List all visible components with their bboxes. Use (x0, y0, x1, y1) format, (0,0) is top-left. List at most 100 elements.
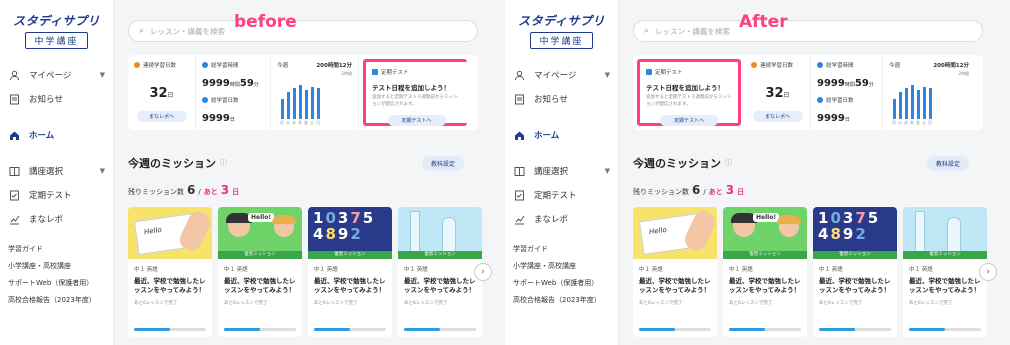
mission-thumbnail: 復習ミッション (903, 207, 987, 259)
mission-progress (819, 328, 891, 331)
week-bar (923, 87, 926, 119)
mission-title: 今週のミッション ⓘ (128, 157, 227, 170)
logo-text: スタディサプリ (518, 14, 605, 28)
nav-item-mypage[interactable]: マイページ ▼ (0, 63, 113, 87)
report-icon (8, 213, 20, 225)
mission-remaining-text: あと6レッスンで完了 (224, 301, 268, 307)
nav-item-course[interactable]: 講座選択 ▼ (0, 159, 113, 183)
mission-progress (224, 328, 296, 331)
nav-item-test[interactable]: 定期テスト (505, 183, 618, 207)
week-bar (899, 92, 902, 119)
link-other-courses[interactable]: 小学講座・高校講座 (8, 258, 113, 275)
mission-thumbnail: 10375 4892 復習ミッション (813, 207, 897, 259)
stat-label: 総学習時間 (211, 63, 239, 69)
mission-card[interactable]: Hello 中１ 英語 最近、学校で勉強したレッスンをやってみよう！ あと6レッスンで… (633, 207, 717, 337)
chevron-down-icon: ▼ (604, 167, 610, 175)
mission-subject: 中１ 英語 (404, 267, 428, 273)
stat-value: 9999 (202, 113, 230, 124)
logo[interactable]: スタディサプリ 中学講座 (505, 12, 618, 49)
review-mission-ribbon: 復習ミッション (903, 251, 987, 259)
nav-item-report[interactable]: まなレポ (0, 207, 113, 231)
mission-card[interactable]: 復習ミッション 中１ 英語 最近、学校で勉強したレッスンをやってみよう！ あと6レッス… (903, 207, 987, 337)
user-icon (8, 69, 20, 81)
search-input[interactable]: ⌕ レッスン・講義を検索 (633, 20, 983, 42)
mission-progress-fill (729, 328, 765, 331)
stat-label: 総学習日数 (211, 98, 239, 104)
week-day-label: 日 (928, 120, 932, 125)
mission-title-text: 最近、学校で勉強したレッスンをやってみよう！ (819, 277, 891, 295)
logo[interactable]: スタディサプリ 中学講座 (0, 12, 113, 49)
mission-title-text: 最近、学校で勉強したレッスンをやってみよう！ (404, 277, 476, 295)
link-support[interactable]: サポートWeb（保護者用） (513, 275, 618, 292)
nav-label: まなレポ (29, 215, 64, 225)
review-mission-ribbon: 復習ミッション (218, 251, 302, 259)
mission-progress-fill (404, 328, 440, 331)
mission-progress (404, 328, 476, 331)
mission-subject: 中１ 英語 (639, 267, 663, 273)
link-support[interactable]: サポートWeb（保護者用） (8, 275, 113, 292)
search-icon: ⌕ (139, 26, 145, 36)
week-day-label: 土 (922, 120, 926, 125)
review-mission-ribbon: 復習ミッション (723, 251, 807, 259)
week-day-label: 火 (286, 120, 290, 125)
stat-total: 総学習時間 9999時間59分 総学習日数 9999日 (811, 55, 883, 130)
nav-item-notice[interactable]: お知らせ (505, 87, 618, 111)
subject-settings-button[interactable]: 教科設定 (927, 156, 969, 171)
test-button[interactable]: 定期テストへ (660, 114, 718, 126)
link-guide[interactable]: 学習ガイド (513, 241, 618, 258)
link-report[interactable]: 高校合格報告（2023年度） (513, 292, 618, 309)
nav-label: 講座選択 (29, 167, 64, 177)
mission-card[interactable]: 10375 4892 復習ミッション 中１ 英語 最近、学校で勉強したレッスンをやってみ… (813, 207, 897, 337)
week-bar (287, 92, 290, 119)
nav-item-notice[interactable]: お知らせ (0, 87, 113, 111)
stat-test-highlight: 定期テスト テスト日程を追加しよう！ 追加すると定期テスト３週間前からミッション… (363, 59, 467, 126)
nav-label: マイページ (534, 71, 577, 81)
search-input[interactable]: ⌕ レッスン・講義を検索 (128, 20, 478, 42)
stat-value: 32 (149, 86, 168, 101)
logo-text: スタディサプリ (13, 14, 100, 28)
next-arrow-button[interactable]: › (979, 263, 997, 281)
calendar-icon (202, 97, 208, 103)
nav-item-course[interactable]: 講座選択 ▼ (505, 159, 618, 183)
mission-progress-fill (224, 328, 260, 331)
stats-card: 定期テスト テスト日程を追加しよう！ 追加すると定期テスト３週間前からミッション… (633, 55, 983, 130)
mission-card[interactable]: Hello 中１ 英語 最近、学校で勉強したレッスンをやってみよう！ あと6レッスンで… (128, 207, 212, 337)
logo-sub: 中学講座 (25, 32, 88, 49)
test-button[interactable]: 定期テストへ (387, 114, 446, 126)
nav-label: ホーム (534, 131, 560, 141)
info-icon[interactable]: ⓘ (220, 158, 227, 168)
mission-card[interactable]: Hello! 復習ミッション 中１ 英語 最近、学校で勉強したレッスンをやってみよう！… (218, 207, 302, 337)
nav-item-home[interactable]: ホーム (505, 123, 618, 147)
user-icon (513, 69, 525, 81)
nav-item-home[interactable]: ホーム (0, 123, 113, 147)
mission-card[interactable]: 復習ミッション 中１ 英語 最近、学校で勉強したレッスンをやってみよう！ あと6レッス… (398, 207, 482, 337)
search-icon: ⌕ (644, 26, 650, 36)
stat-unit: 日 (167, 92, 174, 99)
mission-card[interactable]: 10375 4892 復習ミッション 中１ 英語 最近、学校で勉強したレッスンをやってみ… (308, 207, 392, 337)
mission-thumbnail: Hello! 復習ミッション (218, 207, 302, 259)
mission-card[interactable]: Hello! 復習ミッション 中１ 英語 最近、学校で勉強したレッスンをやってみよう！… (723, 207, 807, 337)
week-day-label: 金 (916, 120, 920, 125)
mission-thumbnail: Hello (633, 207, 717, 259)
info-icon[interactable]: ⓘ (725, 158, 732, 168)
chevron-down-icon: ▼ (99, 167, 105, 175)
stat-value: 9999 (202, 78, 230, 89)
link-report[interactable]: 高校合格報告（2023年度） (8, 292, 113, 309)
stat-week: 今週 200時間12分 2時間 月火水木金土日 (889, 63, 969, 125)
calendar-icon (817, 97, 823, 103)
nav-item-mypage[interactable]: マイページ ▼ (505, 63, 618, 87)
mission-remaining: 残りミッション数 6 / あと 3 日 (128, 183, 240, 197)
nav-item-report[interactable]: まなレポ (505, 207, 618, 231)
week-day-label: 月 (280, 120, 284, 125)
subject-settings-button[interactable]: 教科設定 (422, 156, 464, 171)
mission-progress-fill (909, 328, 945, 331)
nav-label: まなレポ (534, 215, 569, 225)
test-icon (513, 189, 525, 201)
manareport-button[interactable]: まなレポへ (752, 111, 803, 122)
nav-item-test[interactable]: 定期テスト (0, 183, 113, 207)
next-arrow-button[interactable]: › (474, 263, 492, 281)
week-day-label: 水 (904, 120, 908, 125)
link-guide[interactable]: 学習ガイド (8, 241, 113, 258)
link-other-courses[interactable]: 小学講座・高校講座 (513, 258, 618, 275)
manareport-button[interactable]: まなレポへ (136, 111, 187, 122)
